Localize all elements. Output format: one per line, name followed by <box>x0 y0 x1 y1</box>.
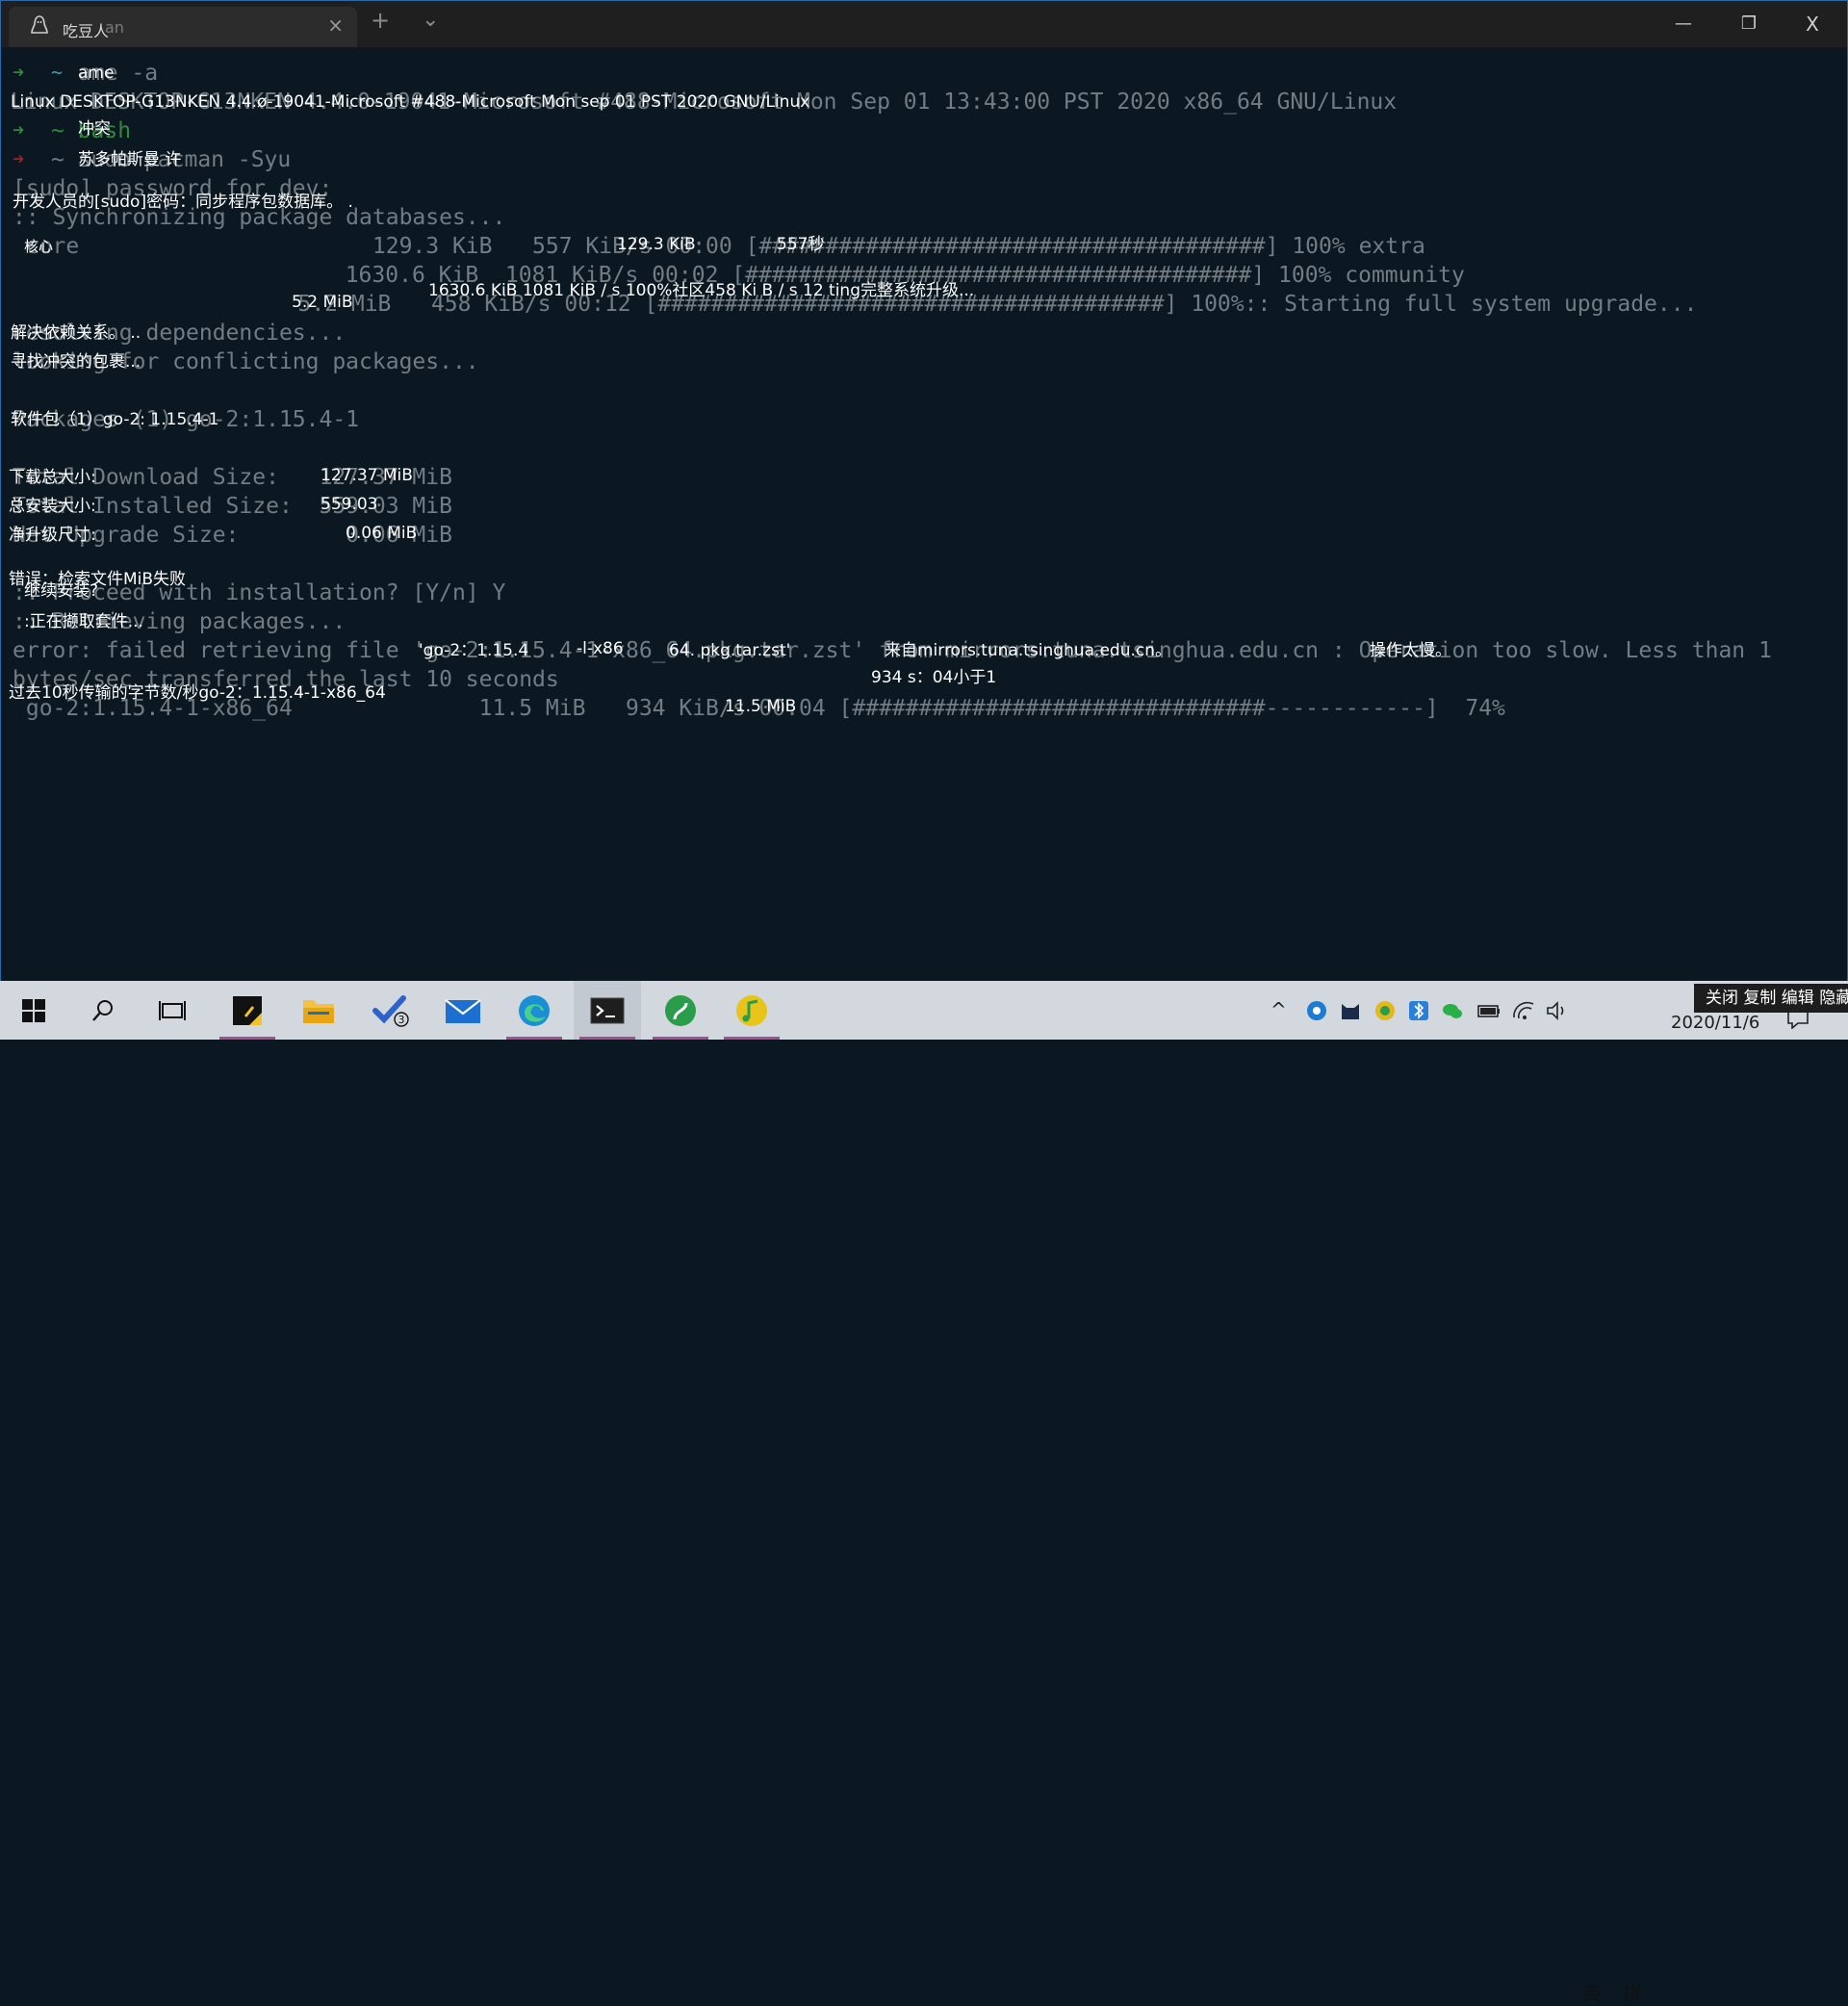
overlay-text: 冲突 <box>78 119 111 139</box>
overlay-text: ame <box>78 64 115 83</box>
ime-mode-indicator[interactable]: 拼 <box>1623 1978 1642 2006</box>
overlay-text: 'go-2：1.15.4 <box>419 641 529 660</box>
todo-badge-count: 3 <box>398 1014 405 1026</box>
edge-app[interactable] <box>500 981 568 1040</box>
context-action-bar[interactable]: 关闭 复制 编辑 隐藏 <box>1694 984 1848 1013</box>
task-view-button[interactable] <box>139 981 206 1040</box>
overlay-text: 5.2 MiB <box>292 293 353 312</box>
overlay-text: 129.3 KiB <box>617 235 696 254</box>
search-button[interactable] <box>69 981 137 1040</box>
overlay-text: 934 s：04小于1 <box>871 668 997 687</box>
tray-cat-icon[interactable] <box>1338 998 1363 1023</box>
overlay-text: 1630.6 KiB 1081 KiB / s 100%社区458 Ki B /… <box>428 281 975 300</box>
overlay-text: -l-x86 <box>577 639 624 658</box>
overlay-text: 继续安装? <box>24 581 99 601</box>
sticky-notes-icon <box>233 995 262 1025</box>
tab-dropdown-button[interactable]: ⌄ <box>422 9 439 32</box>
overlay-text: 软件包（1）go-2: 1.15.4-1 <box>11 410 219 429</box>
close-button[interactable]: X <box>1793 7 1832 41</box>
terminal-window: 吃豆人 an × + ⌄ — ❐ X ➜ ~ ame -a Linux DESK… <box>0 0 1848 981</box>
overlay-text: 11.5 MiB <box>725 697 797 716</box>
terminal-tab[interactable]: 吃豆人 an × <box>9 7 357 47</box>
overlay-text: 过去10秒传输的字节数/秒go-2：1.15.4-1-x86_64 <box>9 683 386 703</box>
overlay-text: 来自mirrors.tuna.tsinghua.edu.cn。 <box>885 641 1172 660</box>
overlay-text: 开发人员的[sudo]密码：同步程序包数据库。 . <box>13 193 353 212</box>
edge-icon <box>519 994 550 1026</box>
overlay-text: 0.06 MiB <box>346 524 418 543</box>
tray-shell-icon[interactable] <box>1373 998 1398 1023</box>
new-tab-button[interactable]: + <box>371 9 390 32</box>
taskbar: 3 ^ 英 拼 2020/11/6 <box>0 981 1848 2005</box>
overlay-text: 总安装大小: <box>9 497 96 516</box>
mail-app[interactable] <box>429 981 497 1040</box>
tux-icon <box>31 15 48 34</box>
file-explorer-app[interactable] <box>285 981 352 1040</box>
prompt-tilde: ~ <box>51 61 64 84</box>
prompt-arrow-icon: ➜ <box>13 61 25 84</box>
overlay-text: 下载总大小: <box>9 468 96 487</box>
restore-button[interactable]: ❐ <box>1730 7 1768 41</box>
green-app[interactable] <box>647 981 714 1040</box>
task-view-icon <box>159 1000 186 1020</box>
volume-icon[interactable] <box>1545 998 1570 1023</box>
prompt-arrow-icon: ➜ <box>13 147 25 170</box>
ime-language-indicator[interactable]: 英 <box>1582 1978 1602 2006</box>
terminal-icon <box>590 997 625 1023</box>
folder-icon <box>303 999 334 1023</box>
overlay-text: 操作太慢。 <box>1370 641 1451 660</box>
tray-chevron-icon[interactable]: ^ <box>1270 998 1287 1021</box>
green-app-icon <box>665 994 696 1026</box>
tray-bluetooth-app-icon[interactable] <box>1406 998 1431 1023</box>
tray-app-blue-icon[interactable] <box>1304 998 1329 1023</box>
overlay-text: 苏多帕斯曼 许 <box>78 150 182 169</box>
terminal-output[interactable]: ➜ ~ ame -a Linux DESKTOP-G13NKEN 4.4.0-1… <box>1 47 1847 981</box>
tab-title: 吃豆人 <box>63 22 110 40</box>
overlay-text: 核心 <box>24 238 54 255</box>
terminal-app[interactable] <box>574 981 641 1040</box>
tab-title-ghost: an <box>105 18 124 37</box>
overlay-text: 解决依赖关系。 .. <box>11 323 141 343</box>
overlay-text: 寻找冲突的包裹... <box>11 352 141 372</box>
prompt-arrow-icon: ➜ <box>13 118 25 141</box>
overlay-text: :正在撷取套件... <box>24 612 143 631</box>
overlay-text: 127.37 MiB <box>321 466 413 485</box>
tray-wechat-icon[interactable] <box>1440 998 1465 1023</box>
mail-icon <box>445 998 481 1023</box>
search-icon <box>92 999 113 1021</box>
overlay-text: 559.03 <box>321 495 378 514</box>
todo-app[interactable]: 3 <box>358 981 425 1040</box>
wifi-icon[interactable] <box>1511 998 1536 1023</box>
minimize-button[interactable]: — <box>1664 7 1703 41</box>
clock-date[interactable]: 2020/11/6 <box>1671 1013 1759 1033</box>
tab-close-icon[interactable]: × <box>327 15 344 35</box>
music-app[interactable] <box>718 981 785 1040</box>
windows-logo-icon <box>22 998 45 1022</box>
sticky-notes-app[interactable] <box>214 981 281 1040</box>
music-app-icon <box>736 994 767 1026</box>
overlay-text: 净升级尺寸: <box>9 526 96 545</box>
ghost-line: core 129.3 KiB 557 KiB/s 00:00 [########… <box>13 234 1425 259</box>
overlay-text: Linux DESKTOP-G13NKEN 4.4.ø-19041-Micros… <box>11 92 810 112</box>
overlay-text: 64. pkg.tar.zst' <box>669 641 791 660</box>
overlay-text: 557秒 <box>777 235 825 254</box>
checkmark-icon: 3 <box>372 994 409 1027</box>
start-button[interactable] <box>0 981 67 1040</box>
battery-icon[interactable] <box>1476 998 1502 1023</box>
title-bar[interactable]: 吃豆人 an × + ⌄ — ❐ X <box>1 1 1847 47</box>
